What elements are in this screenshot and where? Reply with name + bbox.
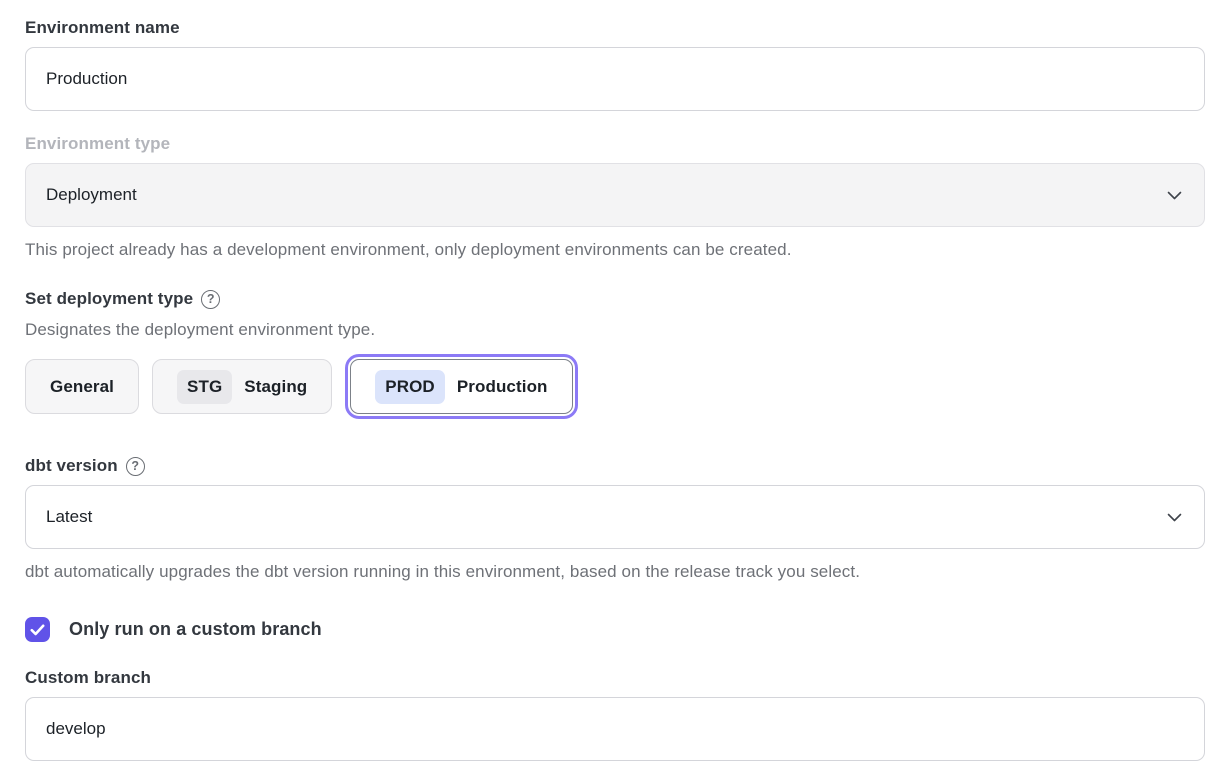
custom-branch-field: Custom branch xyxy=(25,668,1205,761)
check-icon xyxy=(30,624,45,636)
production-badge: PROD xyxy=(375,370,445,404)
deployment-type-options: General STG Staging PROD Production xyxy=(25,354,1205,419)
dbt-version-helper: dbt automatically upgrades the dbt versi… xyxy=(25,562,1205,582)
option-label: Production xyxy=(457,377,548,397)
deployment-type-option-production[interactable]: PROD Production xyxy=(350,359,572,414)
option-label: General xyxy=(50,377,114,397)
custom-branch-toggle-row: Only run on a custom branch xyxy=(25,617,1205,642)
environment-type-value: Deployment xyxy=(46,185,137,205)
dbt-version-label: dbt version xyxy=(25,456,118,476)
environment-type-field: Environment type Deployment This project… xyxy=(25,134,1205,260)
deployment-type-helper: Designates the deployment environment ty… xyxy=(25,320,1205,340)
option-label: Staging xyxy=(244,377,307,397)
selected-option-focus-ring: PROD Production xyxy=(345,354,577,419)
chevron-down-icon xyxy=(1167,191,1182,200)
environment-type-label: Environment type xyxy=(25,134,1205,154)
deployment-type-option-staging[interactable]: STG Staging xyxy=(152,359,332,414)
custom-branch-label: Custom branch xyxy=(25,668,1205,688)
deployment-type-field: Set deployment type ? Designates the dep… xyxy=(25,289,1205,419)
environment-name-field: Environment name xyxy=(25,18,1205,111)
staging-badge: STG xyxy=(177,370,232,404)
deployment-type-option-general[interactable]: General xyxy=(25,359,139,414)
custom-branch-toggle-label: Only run on a custom branch xyxy=(69,619,322,640)
environment-settings-form: Environment name Environment type Deploy… xyxy=(25,18,1205,761)
environment-type-helper: This project already has a development e… xyxy=(25,240,1205,260)
help-icon[interactable]: ? xyxy=(126,457,145,476)
environment-name-input[interactable] xyxy=(25,47,1205,111)
dbt-version-field: dbt version ? Latest dbt automatically u… xyxy=(25,456,1205,582)
help-icon[interactable]: ? xyxy=(201,290,220,309)
environment-name-label: Environment name xyxy=(25,18,1205,38)
deployment-type-label: Set deployment type xyxy=(25,289,193,309)
dbt-version-select[interactable]: Latest xyxy=(25,485,1205,549)
custom-branch-input[interactable] xyxy=(25,697,1205,761)
environment-type-select[interactable]: Deployment xyxy=(25,163,1205,227)
chevron-down-icon xyxy=(1167,513,1182,522)
dbt-version-value: Latest xyxy=(46,507,92,527)
custom-branch-checkbox[interactable] xyxy=(25,617,50,642)
